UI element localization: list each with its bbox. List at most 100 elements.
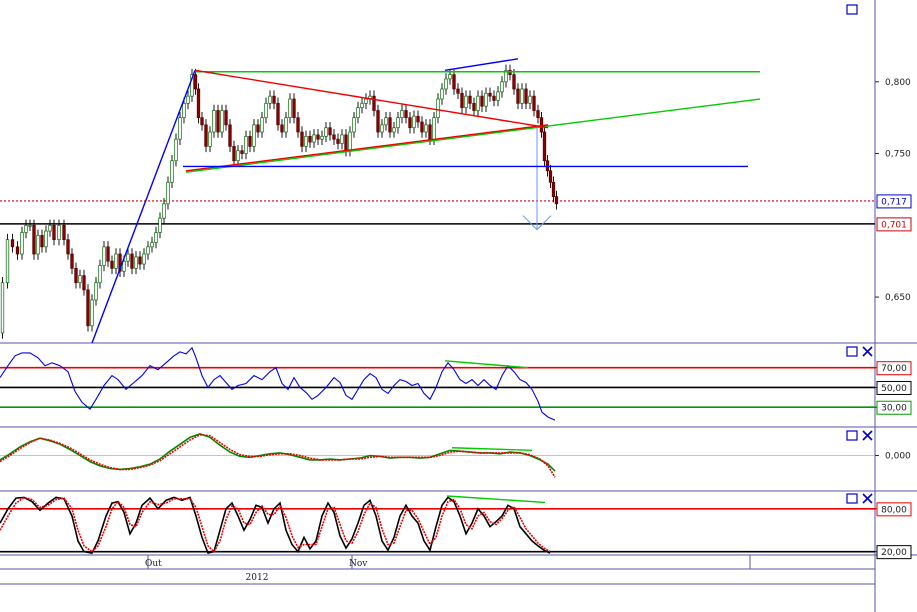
candle-body <box>142 253 146 265</box>
stoch-panel-close-icon[interactable] <box>862 493 873 504</box>
candle-body <box>28 224 32 227</box>
candle-body <box>10 239 15 248</box>
candle-body <box>66 239 70 255</box>
price-tick-label: 0,750 <box>885 150 911 160</box>
candle-body <box>340 134 344 144</box>
rsi-series-line <box>0 346 556 421</box>
candle-body <box>320 135 324 140</box>
candle-body <box>328 127 332 136</box>
candle-body <box>420 121 424 133</box>
candle-body <box>348 131 352 152</box>
candle-body <box>220 110 224 133</box>
candle-body <box>288 98 292 119</box>
axis-ticks: 0,800 0,750 0,650 70,00 50,00 30,00 0,000 80,00… <box>875 78 912 560</box>
chart-canvas: 0,800 0,750 0,650 70,00 50,00 30,00 0,000 80,00… <box>0 0 917 612</box>
candle-body <box>256 124 260 133</box>
candle-body <box>308 135 312 143</box>
candle-body <box>551 181 556 197</box>
stochastic-trendline <box>446 495 546 504</box>
candle-body <box>276 102 280 126</box>
stochastic-level-tag: 80,00 <box>881 505 907 515</box>
candle-body <box>512 74 516 90</box>
candle-body <box>432 117 436 140</box>
candle-body <box>554 196 559 205</box>
macd-panel-close-icon[interactable] <box>862 430 873 441</box>
candle-body <box>264 102 268 119</box>
candle-body <box>396 117 400 129</box>
candle-body <box>424 124 428 133</box>
candle-body <box>480 95 484 107</box>
candle-body <box>324 127 328 137</box>
candle-body <box>40 235 44 248</box>
price-tick-label: 0,650 <box>885 293 911 303</box>
candle-body <box>24 224 28 233</box>
candle-body <box>545 160 550 172</box>
candle-body <box>376 110 380 133</box>
candle-body <box>130 253 134 269</box>
macd-panel-maximize-icon[interactable] <box>846 430 858 441</box>
candle-body <box>364 98 368 104</box>
candle-body <box>15 246 20 255</box>
candle-body <box>36 235 40 255</box>
candle-body <box>244 135 248 154</box>
stoch-panel-maximize-icon[interactable] <box>846 493 858 504</box>
candle-body <box>154 232 158 243</box>
candle-body <box>193 74 198 90</box>
candle-body <box>520 88 524 104</box>
candle-body <box>500 81 504 93</box>
candle-body <box>460 92 464 108</box>
candle-body <box>57 224 61 241</box>
candle-body <box>344 134 348 152</box>
candle-body <box>170 160 174 183</box>
candle-body <box>404 110 408 119</box>
candle-body <box>126 253 130 262</box>
candle-body <box>98 265 102 284</box>
candle-body <box>86 289 90 327</box>
price-panel-maximize-icon[interactable] <box>846 4 858 15</box>
candle-body <box>204 124 208 147</box>
candle-body <box>240 150 244 154</box>
candle-body <box>232 146 236 162</box>
candle-body <box>162 203 166 219</box>
candle-body <box>208 131 212 147</box>
candle-body <box>484 92 488 107</box>
candle-body <box>70 253 74 269</box>
candle-body <box>296 117 300 133</box>
candle-body <box>90 299 94 327</box>
candle-body <box>252 124 256 147</box>
candle-body <box>400 110 404 119</box>
candle-body <box>248 135 252 147</box>
candle-body <box>150 242 154 248</box>
candle-body <box>114 253 118 269</box>
candle-body <box>158 217 162 233</box>
price-tags: 0,717 0,701 <box>876 194 912 232</box>
candle-body <box>5 239 10 284</box>
candle-body <box>436 98 440 119</box>
candle-body <box>448 74 452 80</box>
candle-body <box>316 134 320 140</box>
candle-body <box>508 69 512 75</box>
candle-body <box>476 95 480 111</box>
candle-body <box>528 95 532 104</box>
rsi-panel-maximize-icon[interactable] <box>846 346 858 357</box>
year-label: 2012 <box>246 573 269 583</box>
candle-body <box>332 134 336 140</box>
candle-body <box>32 224 36 255</box>
macd-series-line <box>0 433 556 478</box>
candle-body <box>146 246 150 255</box>
candle-body <box>74 268 78 284</box>
rsi-panel-close-icon[interactable] <box>862 346 873 357</box>
candle-body <box>440 88 444 100</box>
candle-body <box>196 88 201 119</box>
candle-body <box>416 115 420 123</box>
candle-body <box>428 124 432 140</box>
candle-body <box>452 74 456 90</box>
stochastic-level-tag: 20,00 <box>881 548 907 558</box>
candle-body <box>78 275 82 284</box>
candle-body <box>492 95 496 101</box>
candle-body <box>62 224 66 241</box>
candle-body <box>134 256 138 269</box>
candle-body <box>82 275 86 291</box>
candle-body <box>268 95 272 104</box>
candle-body <box>380 124 384 133</box>
